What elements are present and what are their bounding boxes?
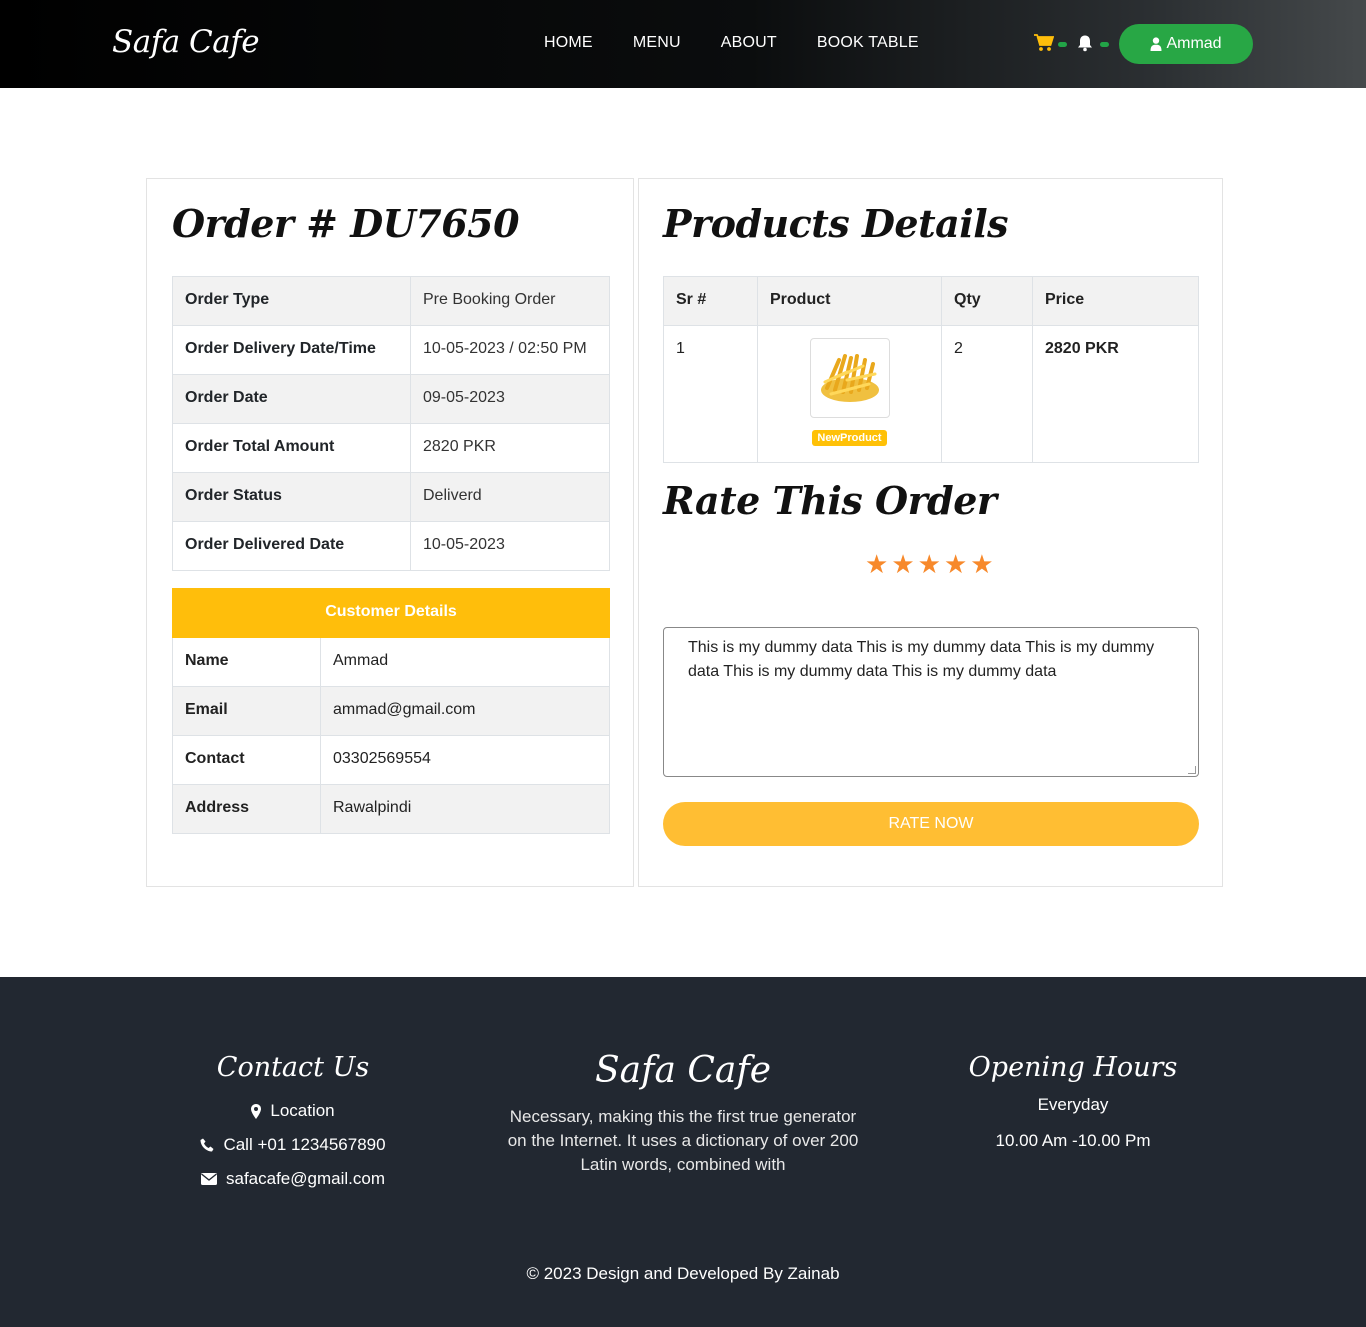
new-product-badge: NewProduct (812, 430, 887, 446)
copyright-text: © 2023 Design and Developed By Zainab (526, 1264, 840, 1283)
location-text: Location (270, 1101, 335, 1120)
nav-book-table[interactable]: BOOK TABLE (817, 34, 919, 52)
products-panel: Products Details Sr # Product Qty Price … (638, 178, 1223, 887)
col-sr: Sr # (663, 276, 758, 326)
main-nav: HOME MENU ABOUT BOOK TABLE (544, 34, 959, 52)
user-icon (1150, 37, 1162, 51)
footer-hours: Opening Hours Everyday 10.00 Am -10.00 P… (963, 1052, 1183, 1151)
review-text: This is my dummy data This is my dummy d… (688, 639, 1155, 680)
customer-name-label: Name (172, 637, 321, 687)
star-icon[interactable]: ★ (918, 552, 941, 578)
order-status-label: Order Status (172, 472, 411, 522)
customer-details-heading: Customer Details (172, 588, 610, 638)
footer-location-link[interactable]: Location (193, 1101, 393, 1121)
customer-address-value: Rawalpindi (320, 784, 610, 834)
star-icon[interactable]: ★ (891, 552, 914, 578)
order-panel: Order # DU7650 Order Type Pre Booking Ord… (146, 178, 634, 887)
resize-handle-icon[interactable] (1188, 766, 1196, 774)
rate-order-title: Rate This Order (663, 478, 997, 523)
table-header-row: Sr # Product Qty Price (663, 276, 1199, 326)
table-row: Order Delivered Date 10-05-2023 (172, 521, 610, 571)
customer-contact-label: Contact (172, 735, 321, 785)
user-account-button[interactable]: Ammad (1119, 24, 1253, 64)
cart-icon (1034, 34, 1055, 51)
table-row: Order Delivery Date/Time 10-05-2023 / 02:… (172, 325, 610, 375)
star-icon[interactable]: ★ (865, 552, 888, 578)
col-product: Product (757, 276, 942, 326)
cart-button[interactable] (1034, 34, 1068, 54)
star-icon[interactable]: ★ (944, 552, 967, 578)
table-row: Order Total Amount 2820 PKR (172, 423, 610, 473)
notification-indicator (1100, 42, 1109, 47)
footer-email-link[interactable]: safacafe@gmail.com (193, 1169, 393, 1189)
delivered-date-value: 10-05-2023 (410, 521, 610, 571)
customer-email-label: Email (172, 686, 321, 736)
fries-image (820, 354, 879, 402)
table-row: Order Type Pre Booking Order (172, 276, 610, 326)
contact-title: Contact Us (216, 1052, 370, 1083)
product-price: 2820 PKR (1032, 325, 1199, 463)
bell-icon (1078, 35, 1092, 52)
review-textarea[interactable]: This is my dummy data This is my dummy d… (663, 627, 1199, 777)
total-amount-value: 2820 PKR (410, 423, 610, 473)
phone-text: Call +01 1234567890 (223, 1135, 386, 1154)
email-text: safacafe@gmail.com (226, 1169, 385, 1188)
user-name: Ammad (1166, 35, 1222, 52)
product-sr: 1 (663, 325, 758, 463)
order-status-value: Deliverd (410, 472, 610, 522)
order-date-label: Order Date (172, 374, 411, 424)
table-row: Order Date 09-05-2023 (172, 374, 610, 424)
product-qty: 2 (941, 325, 1033, 463)
product-cell: NewProduct (757, 325, 942, 463)
envelope-icon (201, 1173, 217, 1185)
order-info-table: Order Type Pre Booking Order Order Delive… (172, 276, 610, 571)
star-rating[interactable]: ★ ★ ★ ★ ★ (865, 552, 994, 578)
map-marker-icon (251, 1103, 262, 1119)
table-row: Name Ammad (172, 637, 610, 687)
footer-logo[interactable]: Safa Cafe (498, 1050, 868, 1091)
customer-details-table: Customer Details Name Ammad Email ammad@gm… (172, 588, 610, 834)
opening-hours-title: Opening Hours (968, 1052, 1178, 1083)
delivery-datetime-label: Order Delivery Date/Time (172, 325, 411, 375)
nav-menu[interactable]: MENU (633, 34, 681, 52)
delivered-date-label: Order Delivered Date (172, 521, 411, 571)
total-amount-label: Order Total Amount (172, 423, 411, 473)
customer-address-label: Address (172, 784, 321, 834)
customer-name-value: Ammad (320, 637, 610, 687)
footer-brand: Safa Cafe Necessary, making this the fir… (498, 1050, 868, 1177)
site-logo[interactable]: Safa Cafe (112, 24, 260, 60)
nav-home[interactable]: HOME (544, 34, 593, 52)
table-row: 1 NewProduct 2 2820 PKR (663, 325, 1199, 463)
table-row: Email ammad@gmail.com (172, 686, 610, 736)
hours-time: 10.00 Am -10.00 Pm (995, 1131, 1151, 1150)
order-type-label: Order Type (172, 276, 411, 326)
phone-icon (200, 1138, 214, 1152)
product-image[interactable] (809, 338, 890, 418)
site-header: Safa Cafe HOME MENU ABOUT BOOK TABLE Amm… (0, 0, 1366, 88)
footer-contact: Contact Us Location Call +01 1234567890 … (193, 1052, 393, 1189)
table-row: Order Status Deliverd (172, 472, 610, 522)
footer-description: Necessary, making this the first true ge… (507, 1107, 859, 1174)
products-title: Products Details (663, 201, 1009, 246)
footer-phone-link[interactable]: Call +01 1234567890 (193, 1135, 393, 1155)
customer-contact-value: 03302569554 (320, 735, 610, 785)
customer-email-value: ammad@gmail.com (320, 686, 610, 736)
order-type-value: Pre Booking Order (410, 276, 610, 326)
star-icon[interactable]: ★ (970, 552, 993, 578)
site-footer: Contact Us Location Call +01 1234567890 … (0, 977, 1366, 1327)
cart-indicator (1058, 42, 1067, 47)
delivery-datetime-value: 10-05-2023 / 02:50 PM (410, 325, 610, 375)
order-date-value: 09-05-2023 (410, 374, 610, 424)
notification-button[interactable] (1076, 34, 1110, 54)
nav-about[interactable]: ABOUT (721, 34, 777, 52)
hours-days: Everyday (1037, 1095, 1109, 1114)
rate-now-button[interactable]: RATE NOW (663, 802, 1199, 846)
products-table: Sr # Product Qty Price 1 NewProduct 2 28… (663, 276, 1199, 463)
col-qty: Qty (941, 276, 1033, 326)
table-row: Address Rawalpindi (172, 784, 610, 834)
order-title: Order # DU7650 (172, 201, 520, 246)
col-price: Price (1032, 276, 1199, 326)
table-row: Contact 03302569554 (172, 735, 610, 785)
